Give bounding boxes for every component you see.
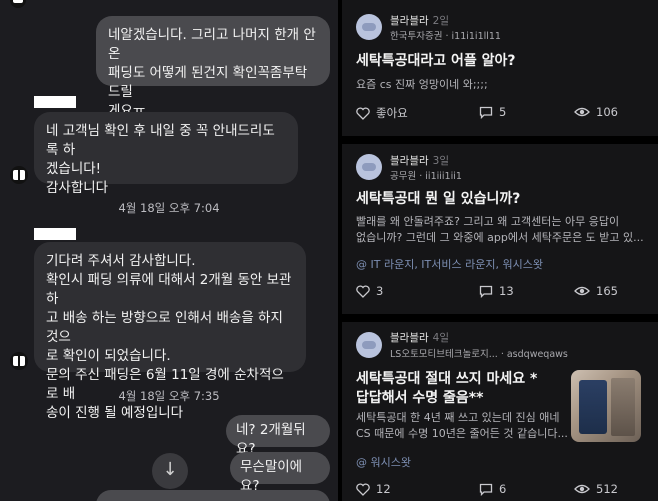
eye-icon	[574, 107, 590, 117]
comment-icon	[479, 106, 493, 119]
partner-name-redacted	[34, 228, 76, 240]
arrow-down-icon: ↓	[162, 459, 178, 480]
view-count: 106	[574, 105, 618, 119]
post-age: 3일	[432, 155, 449, 167]
post-separator	[342, 314, 658, 322]
partner-avatar	[10, 352, 28, 370]
chat-panel: 네알겠습니다. 그리고 나머지 한개 안온 패딩도 어떻게 된건지 확인꼭좀부탁…	[0, 0, 338, 501]
comment-icon	[479, 285, 493, 298]
feed-post[interactable]: 블라블라 2일 한국투자증권 · i11i1i1ll11 세탁특공대라고 어플 알…	[342, 0, 658, 140]
post-title[interactable]: 세탁특공대 절대 쓰지 마세요 * 답답해서 수명 줄음**	[356, 370, 561, 408]
comment-count[interactable]: 6	[479, 482, 506, 496]
heart-icon	[356, 106, 370, 120]
board-avatar	[356, 154, 382, 180]
post-thumbnail-image[interactable]	[571, 370, 641, 442]
comment-icon	[479, 483, 493, 496]
post-actions: 좋아요 5 106	[342, 105, 658, 121]
post-author: LS오토모티브테크놀로지... · asdqweqaws	[390, 349, 568, 360]
comment-count[interactable]: 13	[479, 284, 514, 298]
feed-post[interactable]: 블라블라 3일 공무원 · ii1iii1ii1 세탁특공대 뭔 일 있습니까? …	[342, 144, 658, 314]
post-author: 공무원 · ii1iii1ii1	[390, 171, 462, 182]
view-count: 165	[574, 284, 618, 298]
board-avatar	[356, 14, 382, 40]
post-actions: 12 6 512	[342, 482, 658, 498]
post-body: 세탁특공대 한 4년 째 쓰고 있는데 진심 애네 CS 때문에 수명 10년은…	[356, 411, 568, 440]
post-separator	[342, 136, 658, 144]
chat-message-outgoing: 네알겠습니다. 그리고 나머지 한개 안온 패딩도 어떻게 된건지 확인꼭좀부탁…	[96, 16, 330, 119]
chat-timestamp: 4월 18일 오후 7:35	[118, 389, 220, 403]
post-board[interactable]: 블라블라 3일	[390, 153, 449, 168]
chat-message-outgoing: 네? 2개월뒤요?	[226, 415, 330, 457]
post-tags[interactable]: @ IT 라운지, IT서비스 라운지, 워시스왓	[356, 256, 543, 272]
heart-icon	[356, 482, 370, 496]
chat-message-incoming: 네 고객님 확인 후 내일 중 꼭 안내드리도록 하 겠습니다! 감사합니다	[34, 112, 298, 196]
post-board[interactable]: 블라블라 2일	[390, 13, 449, 28]
like-button[interactable]: 좋아요	[356, 105, 408, 121]
post-age: 2일	[432, 15, 449, 27]
post-tags[interactable]: @ 워시스왓	[356, 454, 411, 470]
post-actions: 3 13 165	[342, 284, 658, 300]
post-title[interactable]: 세탁특공대라고 어플 알아?	[356, 52, 516, 71]
like-button[interactable]: 12	[356, 482, 391, 496]
heart-icon	[356, 284, 370, 298]
board-avatar	[356, 332, 382, 358]
post-age: 4일	[432, 332, 449, 344]
comment-count[interactable]: 5	[479, 105, 506, 119]
chat-message-outgoing-partial	[96, 490, 330, 501]
partner-avatar	[10, 166, 28, 184]
post-title[interactable]: 세탁특공대 뭔 일 있습니까?	[356, 190, 520, 209]
eye-icon	[574, 286, 590, 296]
post-board[interactable]: 블라블라 4일	[390, 330, 449, 345]
chat-message-outgoing: 무슨말이에요?	[230, 452, 330, 494]
eye-icon	[574, 484, 590, 494]
partner-name-redacted	[34, 96, 76, 108]
post-body: 요즘 cs 진짜 엉망이네 와;;;;	[356, 78, 488, 91]
chat-timestamp: 4월 18일 오후 7:04	[118, 201, 220, 215]
post-body: 빨래를 왜 안돌려주죠? 그리고 왜 고객센터는 아무 응답이 없습니까? 그런…	[356, 215, 644, 244]
post-author: 한국투자증권 · i11i1i1ll11	[390, 31, 501, 42]
chat-message-incoming: 기다려 주셔서 감사합니다. 확인시 패딩 의류에 대해서 2개월 동안 보관하…	[34, 242, 306, 421]
view-count: 512	[574, 482, 618, 496]
scroll-to-bottom-button[interactable]: ↓	[152, 453, 188, 489]
community-feed: 블라블라 2일 한국투자증권 · i11i1i1ll11 세탁특공대라고 어플 알…	[342, 0, 658, 501]
partner-avatar	[10, 0, 26, 8]
like-button[interactable]: 3	[356, 284, 383, 298]
